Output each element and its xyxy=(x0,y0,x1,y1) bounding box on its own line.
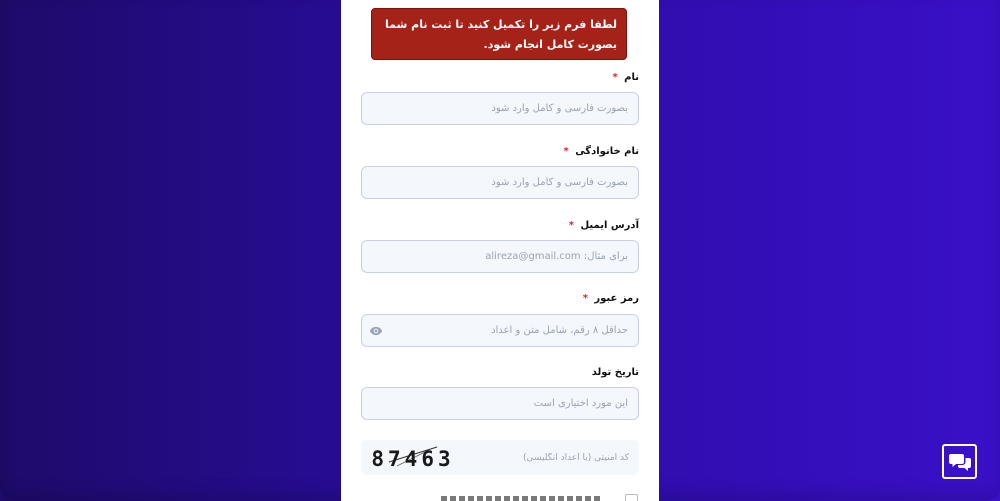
required-star: * xyxy=(612,72,618,83)
captcha-code: 87463 xyxy=(371,447,454,471)
required-star: * xyxy=(582,293,588,304)
password-label-text: رمز عبور xyxy=(594,293,639,304)
chat-button[interactable] xyxy=(942,444,977,479)
email-label: آدرس ایمیل * xyxy=(569,220,639,231)
last-name-label: نام خانوادگی * xyxy=(563,146,639,157)
email-label-text: آدرس ایمیل xyxy=(580,220,640,231)
first-name-label: نام * xyxy=(612,72,639,83)
required-star: * xyxy=(563,146,569,157)
captcha-input[interactable] xyxy=(469,440,639,475)
captcha-image[interactable]: 87463 xyxy=(367,442,459,473)
email-input[interactable] xyxy=(361,240,639,273)
birth-date-input[interactable] xyxy=(361,387,639,420)
birth-date-label-text: تاریخ تولد xyxy=(591,367,639,378)
chat-bubbles-icon xyxy=(949,454,971,471)
eye-icon[interactable] xyxy=(369,324,383,338)
registration-card: لطفا فرم زیر را تکمیل کنید تا ثبت نام شم… xyxy=(341,0,659,501)
password-field xyxy=(361,314,639,347)
captcha-row: 87463 xyxy=(361,440,639,475)
password-input[interactable] xyxy=(361,314,639,347)
birth-date-label: تاریخ تولد xyxy=(592,367,639,378)
alert-message: لطفا فرم زیر را تکمیل کنید تا ثبت نام شم… xyxy=(371,8,627,60)
last-name-label-text: نام خانوادگی xyxy=(575,146,639,157)
last-name-input[interactable] xyxy=(361,166,639,199)
cut-off-terms-text xyxy=(441,496,601,501)
first-name-input[interactable] xyxy=(361,92,639,125)
required-star: * xyxy=(568,220,575,231)
terms-checkbox[interactable] xyxy=(625,494,638,501)
first-name-label-text: نام xyxy=(624,72,639,83)
password-label: رمز عبور * xyxy=(583,293,639,304)
